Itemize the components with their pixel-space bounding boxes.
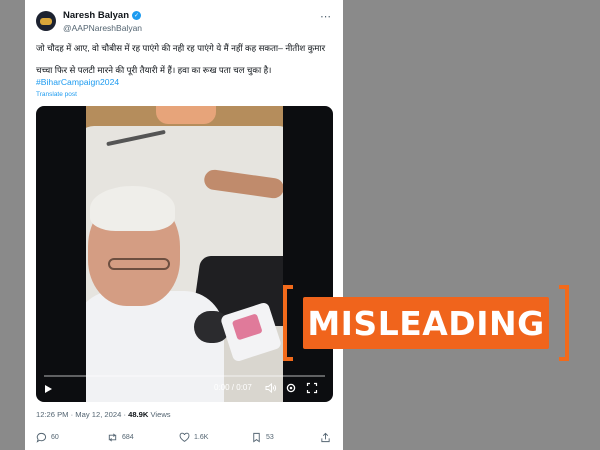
progress-bar[interactable] bbox=[44, 375, 325, 377]
stamp-bracket-right bbox=[559, 285, 569, 361]
like-icon bbox=[179, 432, 190, 442]
meta-separator-2: · bbox=[123, 410, 126, 419]
views-count: 48.9K bbox=[128, 410, 149, 419]
hashtag-link[interactable]: #BiharCampaign2024 bbox=[36, 77, 119, 87]
author-name[interactable]: Naresh Balyan ✓ bbox=[63, 10, 142, 21]
translate-post-link[interactable]: Translate post bbox=[36, 91, 77, 98]
video-time: 0:00 / 0:07 bbox=[214, 383, 252, 392]
reply-icon bbox=[36, 432, 47, 443]
scene-person-background bbox=[156, 106, 216, 124]
scene-glasses bbox=[108, 258, 170, 270]
misleading-stamp: MISLEADING bbox=[283, 285, 569, 361]
bookmark-count: 53 bbox=[266, 434, 274, 441]
action-bar: 60 684 1.6K 53 bbox=[36, 432, 335, 448]
avatar[interactable] bbox=[36, 11, 56, 31]
author-handle[interactable]: @AAPNareshBalyan bbox=[63, 23, 142, 33]
more-options-icon[interactable]: ⋯ bbox=[320, 10, 331, 23]
share-icon bbox=[321, 432, 330, 443]
repost-count: 684 bbox=[122, 434, 134, 441]
avatar-image bbox=[40, 17, 52, 25]
views-label: Views bbox=[150, 410, 171, 419]
tweet-meta: 12:26 PM · May 12, 2024 · 48.9K Views bbox=[36, 410, 171, 419]
like-button[interactable]: 1.6K bbox=[179, 432, 208, 443]
share-button[interactable] bbox=[320, 432, 331, 443]
repost-icon bbox=[108, 433, 117, 442]
fullscreen-icon[interactable] bbox=[306, 382, 318, 394]
tweet-time[interactable]: 12:26 PM bbox=[36, 410, 69, 419]
bookmark-icon bbox=[253, 432, 260, 443]
meta-separator: · bbox=[70, 410, 74, 419]
settings-icon[interactable] bbox=[285, 382, 297, 394]
reply-button[interactable]: 60 bbox=[36, 432, 59, 443]
tweet-date[interactable]: May 12, 2024 bbox=[75, 410, 121, 419]
like-count: 1.6K bbox=[194, 434, 209, 441]
repost-button[interactable]: 684 bbox=[107, 432, 134, 443]
verified-badge-icon: ✓ bbox=[132, 11, 142, 20]
video-frame bbox=[86, 106, 283, 402]
reply-count: 60 bbox=[51, 434, 59, 441]
bookmark-button[interactable]: 53 bbox=[251, 432, 274, 443]
stamp-bracket-left bbox=[283, 285, 293, 361]
volume-icon[interactable] bbox=[265, 382, 277, 394]
tweet-text-line-1: जो चौदह में आए, वो चौबीस में रह पाएंगे क… bbox=[36, 43, 326, 53]
author-name-text[interactable]: Naresh Balyan bbox=[63, 10, 129, 21]
tweet-text-line-2: चच्चा फिर से पलटी मारने की पूरी तैयारी म… bbox=[36, 65, 272, 75]
tweet-card: Naresh Balyan ✓ @AAPNareshBalyan ⋯ जो चौ… bbox=[25, 0, 343, 450]
play-icon[interactable] bbox=[45, 385, 52, 393]
scene-person-hair bbox=[90, 186, 175, 231]
video-controls: 0:00 / 0:07 bbox=[36, 372, 333, 402]
misleading-label: MISLEADING bbox=[303, 297, 549, 349]
